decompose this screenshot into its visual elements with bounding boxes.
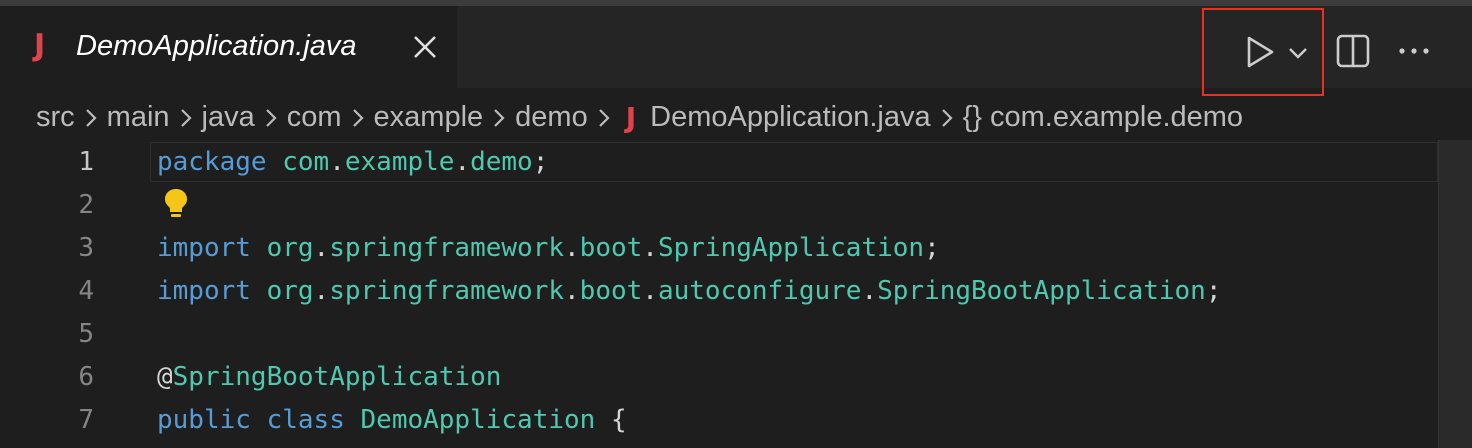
annotation-name: SpringBootApplication: [172, 362, 502, 392]
keyword: package: [157, 147, 267, 177]
line-number: 2: [78, 190, 94, 220]
line-number: 3: [78, 233, 94, 263]
code-line-7: public class DemoApplication {: [157, 399, 627, 442]
chevron-right-icon: [483, 101, 515, 134]
split-editor-icon[interactable]: [1335, 33, 1371, 69]
breadcrumb-item-example[interactable]: example: [374, 101, 484, 134]
package-segment: org: [266, 276, 314, 306]
play-icon[interactable]: [1244, 34, 1276, 70]
code-line-6: @SpringBootApplication: [157, 356, 501, 399]
line-number: 6: [78, 362, 94, 392]
line-number: 7: [78, 405, 94, 435]
run-controls-highlight: [1202, 8, 1324, 96]
breadcrumb-item-java[interactable]: java: [202, 101, 255, 134]
code-line-4: import org.springframework.boot.autoconf…: [157, 276, 1222, 306]
breadcrumb-item-symbol[interactable]: com.example.demo: [990, 101, 1243, 134]
namespace-symbol-icon: {}: [962, 100, 982, 133]
code-line-3: import org.springframework.boot.SpringAp…: [157, 233, 940, 263]
keyword: public: [157, 405, 251, 435]
keyword: import: [157, 276, 251, 306]
line-number: 1: [78, 147, 94, 177]
package-segment: autoconfigure: [657, 276, 862, 306]
java-file-icon: J: [625, 100, 637, 134]
chevron-right-icon: [588, 101, 620, 134]
code-line-1: package com.example.demo;: [157, 147, 549, 177]
close-icon[interactable]: [408, 30, 442, 64]
package-segment: springframework: [329, 233, 565, 263]
breadcrumb-item-main[interactable]: main: [107, 101, 170, 134]
breadcrumb-item-src[interactable]: src: [36, 101, 75, 134]
class-name: DemoApplication: [360, 405, 596, 435]
breadcrumb: src main java com example demo J DemoApp…: [36, 94, 1243, 140]
chevron-right-icon: [75, 101, 107, 134]
annotation-at: @: [157, 362, 173, 392]
package-segment: springframework: [329, 276, 565, 306]
tab-demo-application[interactable]: J DemoApplication.java: [0, 6, 457, 88]
keyword: import: [157, 233, 251, 263]
package-segment: boot: [579, 233, 643, 263]
line-number: 4: [78, 276, 94, 306]
package-segment: boot: [579, 276, 643, 306]
package-segment: org: [266, 233, 314, 263]
package-segment: example: [344, 147, 455, 177]
tab-label: DemoApplication.java: [76, 30, 357, 62]
keyword: class: [266, 405, 345, 435]
open-brace: {: [610, 405, 627, 435]
chevron-right-icon: [931, 101, 963, 134]
breadcrumb-item-com[interactable]: com: [287, 101, 342, 134]
code-editor[interactable]: 1 2 3 4 5 6 7 package com.example.demo; …: [0, 140, 1472, 448]
java-file-icon: J: [34, 28, 46, 63]
class-name: SpringBootApplication: [877, 276, 1206, 306]
lightbulb-icon[interactable]: [162, 187, 190, 221]
editor-tab-bar: J DemoApplication.java: [0, 6, 1472, 96]
chevron-right-icon: [342, 101, 374, 134]
breadcrumb-item-file[interactable]: DemoApplication.java: [650, 101, 930, 134]
line-number: 5: [78, 319, 94, 349]
chevron-down-icon[interactable]: [1286, 44, 1310, 62]
vertical-scrollbar[interactable]: [1438, 140, 1472, 448]
chevron-right-icon: [170, 101, 202, 134]
package-segment: com: [282, 147, 330, 177]
ellipsis-icon[interactable]: [1394, 33, 1434, 69]
chevron-right-icon: [255, 101, 287, 134]
package-segment: demo: [470, 147, 533, 177]
class-name: SpringApplication: [657, 233, 925, 263]
breadcrumb-item-demo[interactable]: demo: [515, 101, 588, 134]
